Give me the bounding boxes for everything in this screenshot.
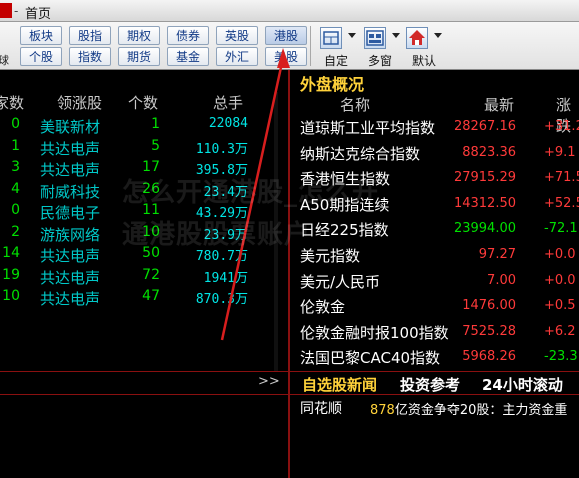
arrow-head-icon <box>277 48 290 68</box>
watermark-line-2: 通港股股票账户 <box>122 220 312 250</box>
watermark-line-1: 怎么开通港股_怎么开 <box>122 178 380 208</box>
